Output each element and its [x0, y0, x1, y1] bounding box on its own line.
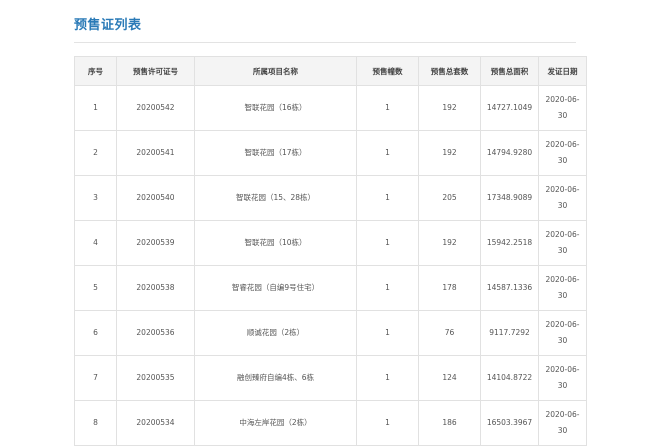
header-building-count: 预售幢数	[356, 56, 419, 86]
cell-issue-date: 2020-06- 30	[538, 85, 587, 131]
cell-index: 5	[74, 265, 117, 311]
cell-issue-date: 2020-06- 30	[538, 355, 587, 401]
page-title: 预售证列表	[74, 18, 142, 33]
cell-permit-number: 20200539	[116, 220, 195, 266]
cell-total-area: 17348.9089	[480, 175, 539, 221]
issue-date-part: 2020-06-	[545, 95, 580, 104]
issue-date-part: 2020-06-	[545, 365, 580, 374]
cell-unit-count: 186	[418, 400, 481, 446]
header-permit-number: 预售许可证号	[116, 56, 195, 86]
issue-date-part: 30	[557, 291, 568, 300]
cell-issue-date: 2020-06- 30	[538, 310, 587, 356]
issue-date-part: 2020-06-	[545, 140, 580, 149]
cell-issue-date: 2020-06- 30	[538, 265, 587, 311]
cell-unit-count: 205	[418, 175, 481, 221]
cell-permit-number: 20200542	[116, 85, 195, 131]
issue-date-part: 30	[557, 111, 568, 120]
cell-index: 2	[74, 130, 117, 176]
cell-permit-number: 20200536	[116, 310, 195, 356]
cell-unit-count: 76	[418, 310, 481, 356]
cell-issue-date: 2020-06- 30	[538, 175, 587, 221]
cell-unit-count: 178	[418, 265, 481, 311]
issue-date-part: 2020-06-	[545, 230, 580, 239]
cell-project-name[interactable]: 智联花园（16栋）	[194, 85, 357, 131]
cell-project-name[interactable]: 智联花园（17栋）	[194, 130, 357, 176]
cell-building-count: 1	[356, 175, 419, 221]
cell-building-count: 1	[356, 310, 419, 356]
cell-building-count: 1	[356, 355, 419, 401]
cell-project-name[interactable]: 智联花园（10栋）	[194, 220, 357, 266]
table-row: 3 20200540 智联花园（15、28栋） 1 205 17348.9089…	[74, 175, 587, 221]
cell-total-area: 15942.2518	[480, 220, 539, 266]
cell-permit-number: 20200534	[116, 400, 195, 446]
issue-date-part: 2020-06-	[545, 410, 580, 419]
cell-project-name[interactable]: 中海左岸花园（2栋）	[194, 400, 357, 446]
cell-index: 6	[74, 310, 117, 356]
cell-building-count: 1	[356, 220, 419, 266]
cell-building-count: 1	[356, 85, 419, 131]
cell-project-name[interactable]: 融创臻府自编4栋、6栋	[194, 355, 357, 401]
cell-total-area: 14104.8722	[480, 355, 539, 401]
issue-date-part: 30	[557, 426, 568, 435]
issue-date-part: 2020-06-	[545, 185, 580, 194]
table-row: 4 20200539 智联花园（10栋） 1 192 15942.2518 20…	[74, 220, 587, 266]
table-row: 6 20200536 顺诚花园（2栋） 1 76 9117.7292 2020-…	[74, 310, 587, 356]
cell-permit-number: 20200535	[116, 355, 195, 401]
header-project-name: 所属项目名称	[194, 56, 357, 86]
cell-unit-count: 124	[418, 355, 481, 401]
cell-project-name[interactable]: 智睿花园（自编9号住宅）	[194, 265, 357, 311]
issue-date-part: 30	[557, 201, 568, 210]
cell-unit-count: 192	[418, 220, 481, 266]
cell-index: 7	[74, 355, 117, 401]
cell-index: 1	[74, 85, 117, 131]
issue-date-part: 30	[557, 381, 568, 390]
cell-unit-count: 192	[418, 85, 481, 131]
cell-index: 3	[74, 175, 117, 221]
cell-permit-number: 20200541	[116, 130, 195, 176]
table-row: 8 20200534 中海左岸花园（2栋） 1 186 16503.3967 2…	[74, 400, 587, 446]
title-divider	[74, 42, 576, 43]
presale-permit-table: 序号 预售许可证号 所属项目名称 预售幢数 预售总套数 预售总面积 发证日期 1…	[74, 56, 587, 446]
cell-issue-date: 2020-06- 30	[538, 130, 587, 176]
cell-total-area: 14794.9280	[480, 130, 539, 176]
issue-date-part: 2020-06-	[545, 275, 580, 284]
cell-permit-number: 20200540	[116, 175, 195, 221]
table-header-row: 序号 预售许可证号 所属项目名称 预售幢数 预售总套数 预售总面积 发证日期	[74, 56, 587, 86]
cell-permit-number: 20200538	[116, 265, 195, 311]
cell-total-area: 14587.1336	[480, 265, 539, 311]
header-issue-date: 发证日期	[538, 56, 587, 86]
cell-total-area: 9117.7292	[480, 310, 539, 356]
cell-unit-count: 192	[418, 130, 481, 176]
issue-date-part: 30	[557, 246, 568, 255]
cell-project-name[interactable]: 顺诚花园（2栋）	[194, 310, 357, 356]
cell-index: 8	[74, 400, 117, 446]
cell-building-count: 1	[356, 400, 419, 446]
header-unit-count: 预售总套数	[418, 56, 481, 86]
table-row: 2 20200541 智联花园（17栋） 1 192 14794.9280 20…	[74, 130, 587, 176]
cell-index: 4	[74, 220, 117, 266]
cell-issue-date: 2020-06- 30	[538, 220, 587, 266]
table-row: 7 20200535 融创臻府自编4栋、6栋 1 124 14104.8722 …	[74, 355, 587, 401]
cell-project-name[interactable]: 智联花园（15、28栋）	[194, 175, 357, 221]
header-total-area: 预售总面积	[480, 56, 539, 86]
table-row: 1 20200542 智联花园（16栋） 1 192 14727.1049 20…	[74, 85, 587, 131]
issue-date-part: 30	[557, 336, 568, 345]
issue-date-part: 2020-06-	[545, 320, 580, 329]
issue-date-part: 30	[557, 156, 568, 165]
cell-total-area: 16503.3967	[480, 400, 539, 446]
header-index: 序号	[74, 56, 117, 86]
cell-total-area: 14727.1049	[480, 85, 539, 131]
table-row: 5 20200538 智睿花园（自编9号住宅） 1 178 14587.1336…	[74, 265, 587, 311]
cell-building-count: 1	[356, 130, 419, 176]
cell-issue-date: 2020-06- 30	[538, 400, 587, 446]
cell-building-count: 1	[356, 265, 419, 311]
